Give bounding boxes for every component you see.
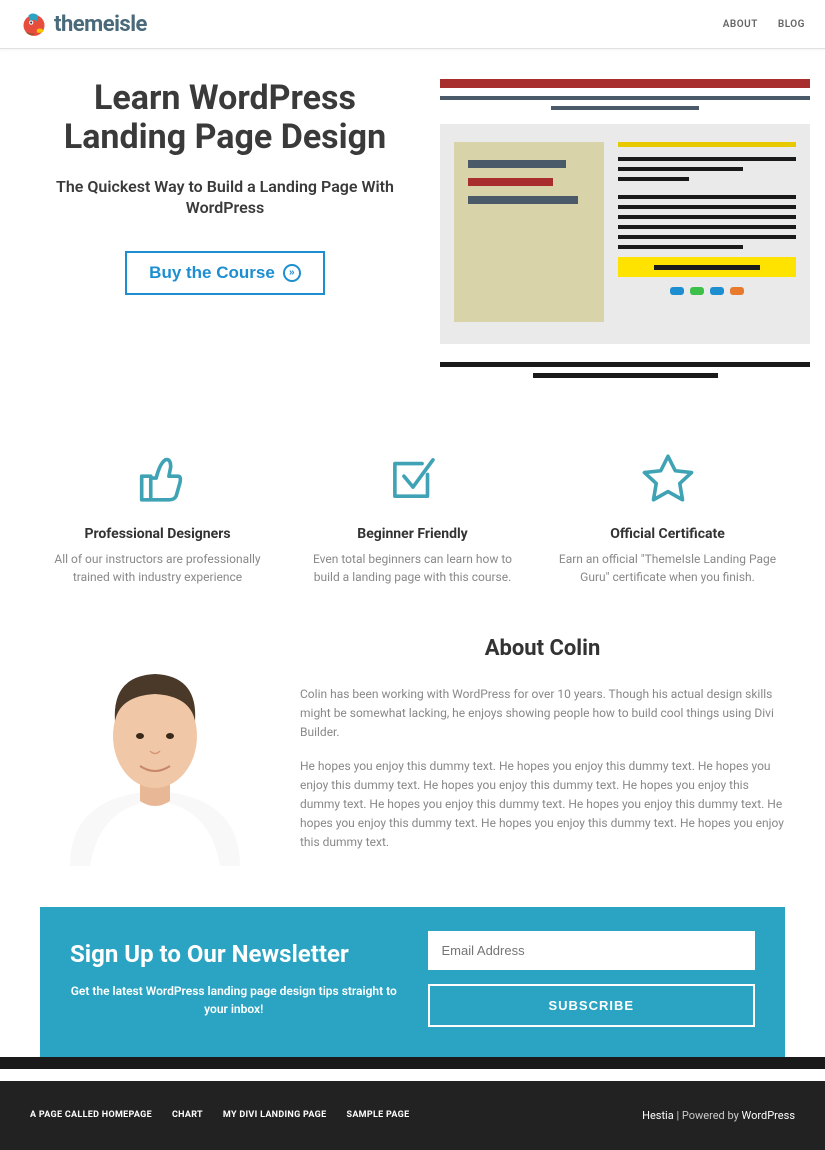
nav-about[interactable]: ABOUT [723,19,758,30]
about-section: About Colin Colin has been working with … [0,636,825,907]
about-title: About Colin [300,636,785,661]
buy-course-label: Buy the Course [149,263,275,283]
newsletter-content: Sign Up to Our Newsletter Get the latest… [70,940,398,1018]
footer-divider [0,1057,825,1069]
newsletter-form: SUBSCRIBE [428,931,756,1027]
star-icon [638,448,698,508]
footer-credit: Hestia | Powered by WordPress [642,1109,795,1122]
footer-platform-link[interactable]: WordPress [742,1109,795,1122]
subscribe-button[interactable]: SUBSCRIBE [428,984,756,1027]
check-box-icon [383,448,443,508]
themeisle-parrot-icon [20,10,48,38]
hero-title: Learn WordPress Landing Page Design [40,79,410,157]
avatar-image [40,636,270,866]
feature-professional-designers: Professional Designers All of our instru… [40,448,275,586]
about-content: About Colin Colin has been working with … [300,636,785,867]
footer-link-sample[interactable]: SAMPLE PAGE [346,1110,409,1120]
feature-title: Professional Designers [40,526,275,542]
hero-content: Learn WordPress Landing Page Design The … [40,79,410,295]
feature-official-certificate: Official Certificate Earn an official "T… [550,448,785,586]
about-photo [40,636,270,866]
header: themeisle ABOUT BLOG [0,0,825,49]
chevron-right-circle-icon: » [283,264,301,282]
hero-section: Learn WordPress Landing Page Design The … [0,49,825,418]
about-paragraph-1: Colin has been working with WordPress fo… [300,685,785,743]
newsletter-section: Sign Up to Our Newsletter Get the latest… [40,907,785,1057]
newsletter-tagline: Get the latest WordPress landing page de… [70,982,398,1018]
footer-credit-sep: | Powered by [674,1109,742,1122]
page-mockup-illustration [440,79,810,378]
features-section: Professional Designers All of our instru… [0,418,825,636]
thumbs-up-icon [128,448,188,508]
nav: ABOUT BLOG [723,19,805,30]
feature-desc: Even total beginners can learn how to bu… [295,550,530,586]
logo-text: themeisle [54,12,147,37]
buy-course-button[interactable]: Buy the Course » [125,251,325,295]
footer-link-homepage[interactable]: A PAGE CALLED HOMEPAGE [30,1110,152,1120]
feature-desc: Earn an official "ThemeIsle Landing Page… [550,550,785,586]
email-field[interactable] [428,931,756,970]
footer-theme-link[interactable]: Hestia [642,1109,674,1122]
footer-links: A PAGE CALLED HOMEPAGE CHART MY DIVI LAN… [30,1110,409,1120]
footer-link-chart[interactable]: CHART [172,1110,203,1120]
about-paragraph-2: He hopes you enjoy this dummy text. He h… [300,757,785,853]
nav-blog[interactable]: BLOG [778,19,805,30]
hero-illustration [440,79,810,378]
footer: A PAGE CALLED HOMEPAGE CHART MY DIVI LAN… [0,1081,825,1150]
feature-title: Official Certificate [550,526,785,542]
feature-beginner-friendly: Beginner Friendly Even total beginners c… [295,448,530,586]
logo[interactable]: themeisle [20,10,147,38]
newsletter-title: Sign Up to Our Newsletter [70,940,398,968]
feature-desc: All of our instructors are professionall… [40,550,275,586]
hero-subtitle: The Quickest Way to Build a Landing Page… [40,177,410,219]
feature-title: Beginner Friendly [295,526,530,542]
footer-link-divi[interactable]: MY DIVI LANDING PAGE [223,1110,327,1120]
